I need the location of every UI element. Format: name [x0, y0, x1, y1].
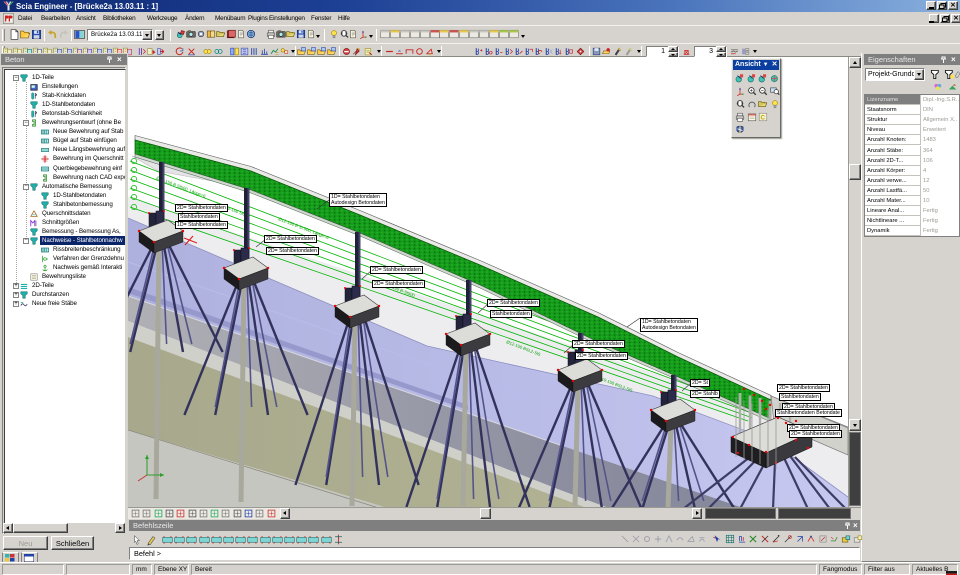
svg-text:C: C	[761, 115, 766, 122]
svg-text:a: a	[398, 48, 401, 53]
